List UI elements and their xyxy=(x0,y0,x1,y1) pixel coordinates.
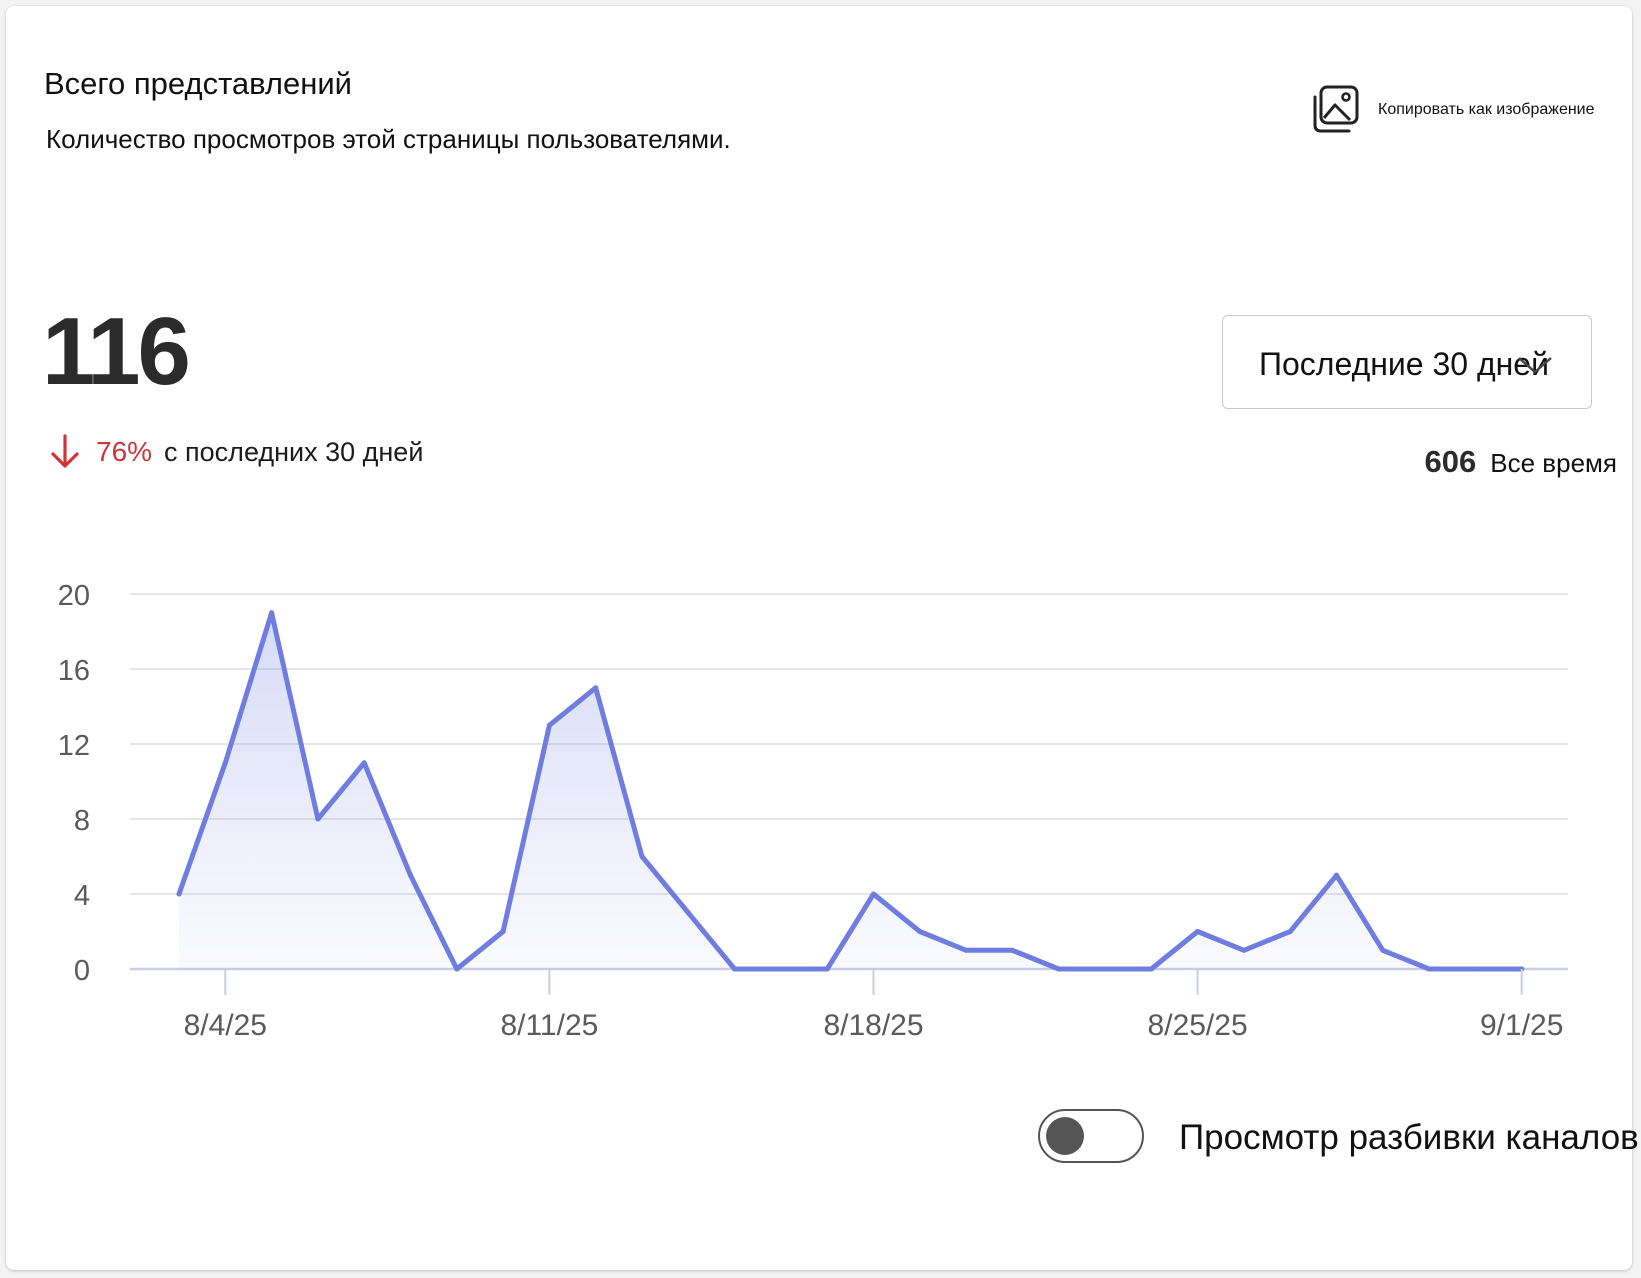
all-time-label: Все время xyxy=(1490,448,1617,478)
change-indicator: 76% с последних 30 дней xyxy=(48,432,423,472)
toggle-knob xyxy=(1046,1117,1084,1155)
channel-breakdown-label: Просмотр разбивки каналов xyxy=(1179,1118,1639,1157)
date-range-selected: Последние 30 дней xyxy=(1259,346,1549,382)
all-time-value: 606 xyxy=(1424,444,1477,479)
change-percent: 76% xyxy=(96,436,153,467)
arrow-down-icon xyxy=(48,432,82,472)
card-title: Всего представлений xyxy=(44,66,353,101)
total-views-value: 116 xyxy=(42,298,191,405)
copy-as-image-label: Копировать как изображение xyxy=(1378,101,1595,118)
card-subtitle: Количество просмотров этой страницы поль… xyxy=(46,124,731,154)
channel-breakdown-toggle[interactable] xyxy=(1038,1109,1144,1163)
date-range-dropdown[interactable]: Последние 30 дней xyxy=(1222,315,1592,409)
chevron-down-icon xyxy=(1515,354,1555,376)
views-card xyxy=(6,6,1632,1270)
all-time-total: 606 Все время xyxy=(1425,444,1617,480)
change-period-text: с последних 30 дней xyxy=(164,436,424,467)
copy-as-image-button[interactable]: Копировать как изображение xyxy=(1308,80,1595,140)
image-copy-icon xyxy=(1308,82,1364,138)
